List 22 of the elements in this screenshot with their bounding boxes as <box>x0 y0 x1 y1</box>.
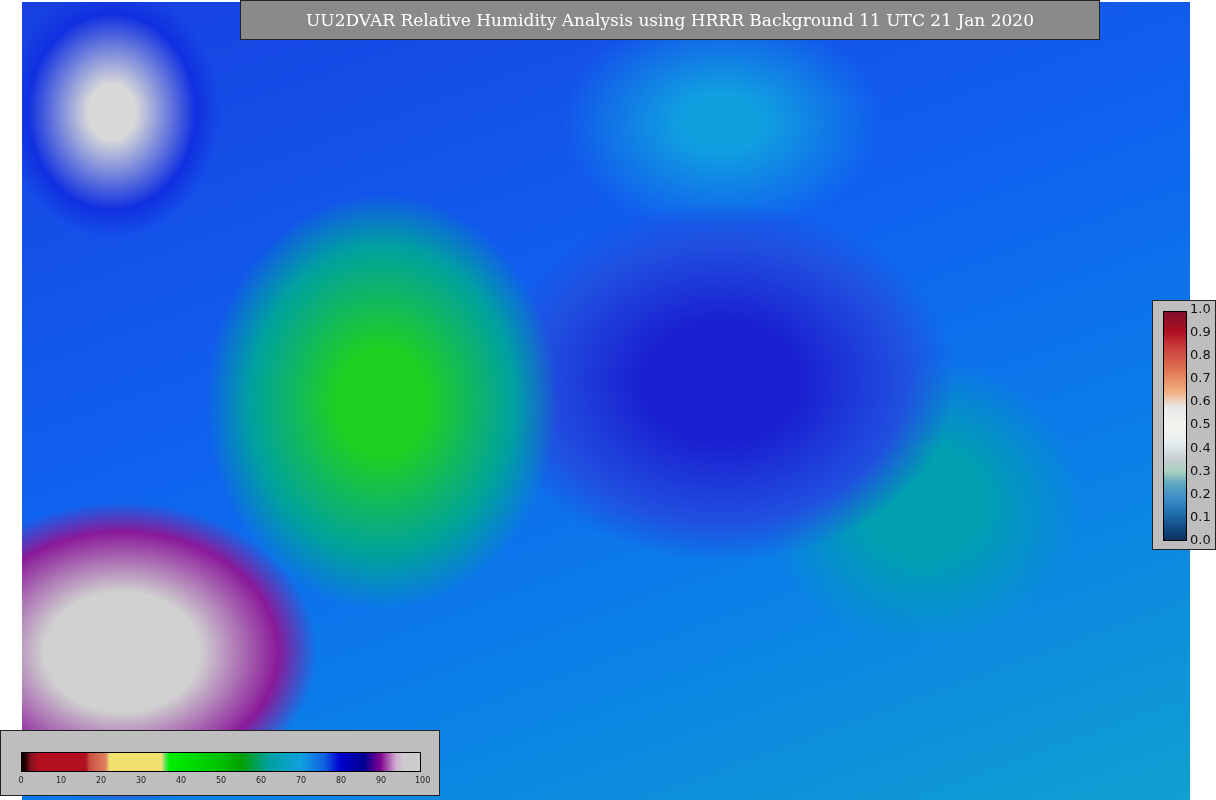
tick-label: 30 <box>135 776 147 785</box>
tick-label: 40 <box>175 776 187 785</box>
tick-label: 90 <box>375 776 387 785</box>
tick-label: 0.1 <box>1190 509 1211 524</box>
tick-label: 70 <box>295 776 307 785</box>
tick-label: 80 <box>335 776 347 785</box>
tick-label: 0.0 <box>1190 532 1211 547</box>
tick-label: 0 <box>17 776 25 785</box>
tick-label: 0.7 <box>1190 371 1211 386</box>
tick-label: 0.6 <box>1190 394 1211 409</box>
tick-label: 20 <box>95 776 107 785</box>
tick-label: 10 <box>55 776 67 785</box>
tick-label: 1.0 <box>1190 302 1211 316</box>
tick-label: 0.4 <box>1190 440 1211 455</box>
tick-label: 0.3 <box>1190 463 1211 478</box>
tick-label: 0.9 <box>1190 325 1211 340</box>
tick-label: 50 <box>215 776 227 785</box>
tick-label: 0.5 <box>1190 417 1211 432</box>
chart-title: UU2DVAR Relative Humidity Analysis using HRRR Background 11 UTC 21 Jan 2020 <box>240 0 1100 40</box>
tick-label: 0.8 <box>1190 348 1211 363</box>
tick-label: 60 <box>255 776 267 785</box>
tick-label: 0.2 <box>1190 486 1211 501</box>
